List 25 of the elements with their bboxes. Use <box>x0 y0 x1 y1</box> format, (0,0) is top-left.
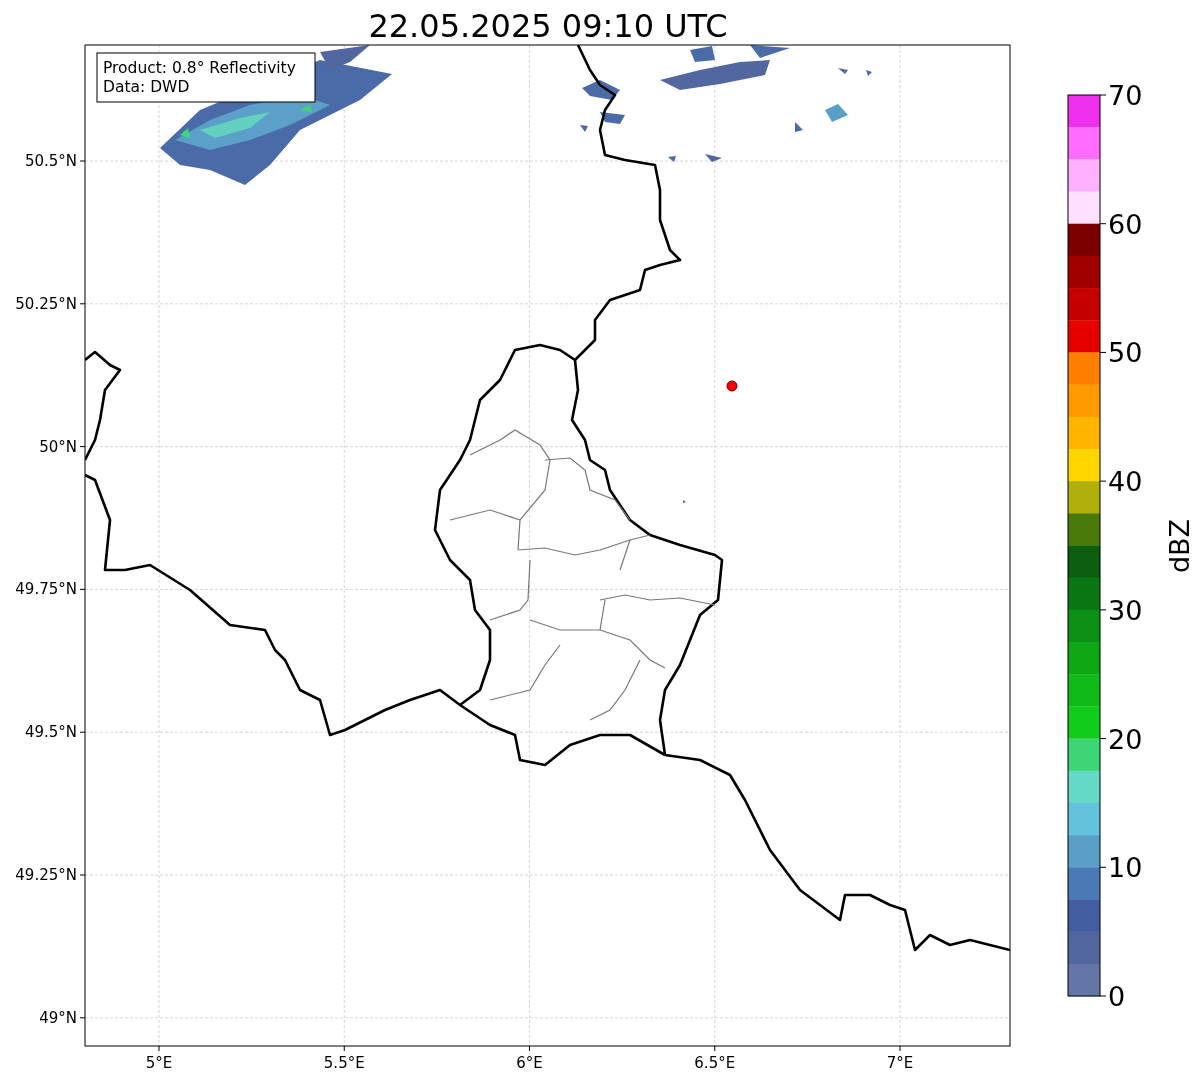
longitude-label: 5.5°E <box>323 1054 365 1072</box>
colorbar-tick-label: 30 <box>1108 594 1143 626</box>
colorbar-tick-label: 50 <box>1108 337 1143 369</box>
colorbar-tick-label: 0 <box>1108 981 1126 1012</box>
chart-title: 22.05.2025 09:10 UTC <box>368 7 728 45</box>
info-text: Data: DWD <box>103 78 190 96</box>
colorbar-tick-label: 60 <box>1108 208 1143 240</box>
latitude-label: 50.5°N <box>24 152 77 170</box>
longitude-label: 6°E <box>516 1054 543 1072</box>
latitude-label: 49°N <box>39 1008 77 1027</box>
colorbar-tick-label: 40 <box>1108 466 1143 498</box>
colorbar-tick-label: 20 <box>1108 723 1143 755</box>
latitude-label: 49.25°N <box>15 866 77 884</box>
colorbar-label: dBZ <box>1164 518 1195 574</box>
longitude-label: 7°E <box>886 1054 914 1072</box>
radar-site-marker <box>726 380 738 392</box>
latitude-label: 49.75°N <box>15 580 77 599</box>
latitude-label: 50°N <box>39 437 77 456</box>
latitude-label: 49.5°N <box>24 723 77 742</box>
latitude-label: 50.25°N <box>15 294 77 313</box>
longitude-label: 5°E <box>145 1054 173 1072</box>
info-text: Product: 0.8° Reflectivity <box>103 59 296 77</box>
colorbar-tick-label: 70 <box>1108 80 1143 111</box>
longitude-label: 6.5°E <box>694 1054 736 1072</box>
colorbar-tick-label: 10 <box>1108 852 1143 884</box>
